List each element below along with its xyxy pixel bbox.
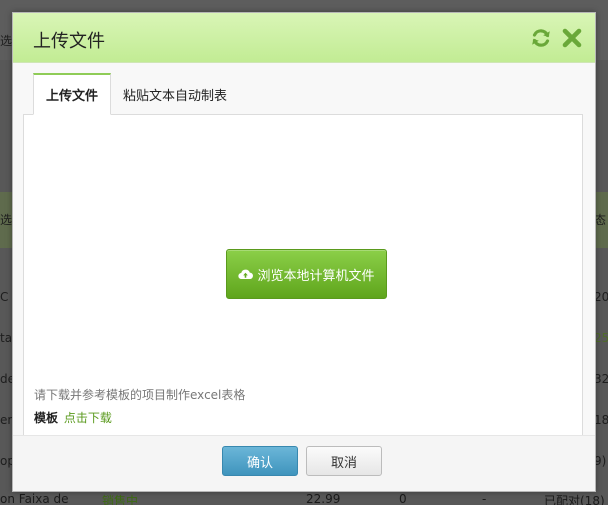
cloud-upload-icon: [238, 268, 254, 280]
template-line: 模板 点击下载: [34, 409, 112, 426]
bg-left-text: op: [0, 454, 12, 468]
bg-left-text: C: [0, 290, 9, 304]
tab-upload-file[interactable]: 上传文件: [33, 73, 112, 115]
bg-right-text: 态: [594, 213, 607, 227]
tab-bar: 上传文件 粘贴文本自动制表: [33, 73, 239, 115]
bg-left-text: em: [0, 413, 12, 427]
bg-left-text: 选: [0, 213, 12, 227]
bg-cell-status: 销售中: [102, 494, 139, 505]
confirm-button[interactable]: 确认: [222, 446, 298, 476]
cancel-button[interactable]: 取消: [306, 446, 382, 476]
template-download-link[interactable]: 点击下载: [64, 411, 112, 425]
template-label: 模板: [34, 411, 59, 425]
upload-panel: 浏览本地计算机文件 请下载并参考模板的项目制作excel表格 模板 点击下载: [23, 114, 583, 436]
bg-right-text: 20): [594, 290, 608, 304]
modal-footer: 确认 取消: [13, 435, 595, 491]
template-hint-text: 请下载并参考模板的项目制作excel表格: [34, 388, 246, 402]
browse-local-files-button[interactable]: 浏览本地计算机文件: [226, 249, 387, 299]
close-icon[interactable]: [561, 27, 583, 49]
bg-table-row: on Faixa de 销售中 22.99 0 - 已配对(18): [0, 492, 608, 505]
bg-cell-state: 已配对(18): [544, 494, 605, 505]
bg-left-text: 选: [0, 34, 12, 48]
bg-cell-dash: -: [482, 492, 487, 505]
modal-header: 上传文件: [13, 13, 595, 63]
bg-cell-price: 22.99: [306, 492, 341, 505]
bg-cell-count: 0: [399, 492, 407, 505]
bg-right-text: 18): [594, 413, 608, 427]
bg-left-text: de: [0, 372, 12, 386]
bg-left-text: ta: [0, 331, 12, 345]
upload-modal: 上传文件 上传文件 粘贴文本自动制表 浏览本地计算机文件 请下载并参考模板的项目…: [12, 12, 596, 492]
browse-button-label: 浏览本地计算机文件: [257, 268, 375, 284]
bg-right-text: 32): [594, 372, 608, 386]
bg-right-text: 25: [594, 331, 608, 345]
bg-right-text: 9): [594, 454, 607, 468]
refresh-icon[interactable]: [530, 27, 552, 49]
modal-title: 上传文件: [33, 31, 105, 52]
tab-paste-text[interactable]: 粘贴文本自动制表: [111, 73, 239, 115]
bg-cell-name: on Faixa de: [0, 492, 69, 505]
